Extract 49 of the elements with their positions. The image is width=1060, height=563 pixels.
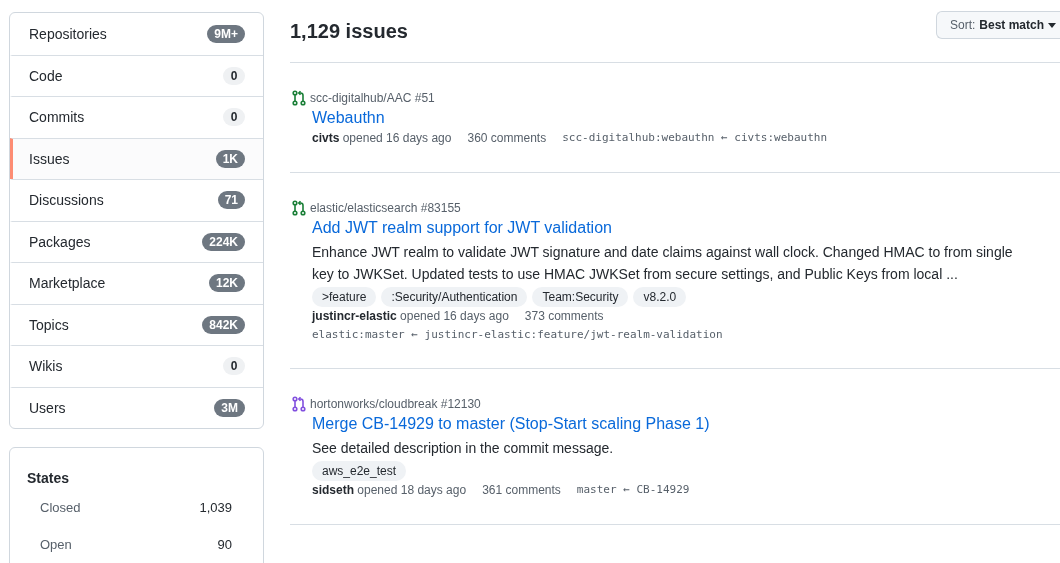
filter-menu-item[interactable]: Packages 224K <box>10 220 263 262</box>
count-badge: 9M+ <box>207 24 245 43</box>
count-badge: 0 <box>223 108 245 127</box>
comment-count: 373 comments <box>524 309 604 323</box>
filter-menu-item[interactable]: Users 3M <box>10 386 263 428</box>
issue-label[interactable]: aws_e2e_test <box>312 461 407 481</box>
issue-description: Enhance JWT realm to validate JWT signature and date claims against wall clock. Changed HMAC to from single <box>312 243 1014 262</box>
opened-info: justincr-elastic opened 16 days ago <box>312 309 509 323</box>
branch-info: elastic:master ← justincr-elastic:feature/jwt-realm-validation <box>312 328 724 341</box>
comment-count: 361 comments <box>482 483 561 497</box>
issue-label[interactable]: :Security/Authentication <box>381 287 528 307</box>
filter-menu-item[interactable]: Marketplace 12K <box>10 262 263 304</box>
branch-info: scc-digitalhub:webauthn ← civts:webauthn <box>562 131 828 145</box>
issue-description: key to JWKSet. Updated tests to use HMAC JWKSet from secure settings, and Public Keys from local ... <box>312 265 959 284</box>
filter-menu-item[interactable]: Topics 842K <box>10 303 263 345</box>
state-filter[interactable]: Closed 1,039 <box>27 500 263 537</box>
count-badge: 12K <box>209 274 245 293</box>
issue-title-link[interactable]: Add JWT realm support for JWT validation <box>312 219 1060 237</box>
count-badge: 842K <box>202 315 245 334</box>
branch-info: master ← CB-14929 <box>576 483 690 497</box>
count-badge: 1K <box>215 149 245 168</box>
results-count: 1,129 issues <box>290 19 408 43</box>
opened-info: sidseth opened 18 days ago <box>312 483 467 497</box>
filter-menu-item[interactable]: Issues 1K <box>10 137 263 179</box>
count-badge: 0 <box>223 357 245 376</box>
filter-menu-item[interactable]: Commits 0 <box>10 96 263 138</box>
count-badge: 0 <box>223 66 245 85</box>
comment-count: 360 comments <box>467 131 547 145</box>
count-badge: 3M <box>214 398 245 417</box>
caret-icon <box>1048 22 1056 28</box>
issue-label[interactable]: v8.2.0 <box>633 287 687 307</box>
opened-info: civts opened 16 days ago <box>312 131 452 145</box>
repository-link[interactable]: hortonworks/cloudbreak #12130 <box>310 397 481 411</box>
repository-link[interactable]: elastic/elasticsearch #83155 <box>310 201 461 215</box>
count-badge: 71 <box>217 191 245 210</box>
filter-menu-item[interactable]: Code 0 <box>10 54 263 96</box>
issue-title-link[interactable]: Merge CB-14929 to master (Stop-Start scaling Phase 1) <box>312 415 1060 433</box>
states-heading: States <box>27 470 71 486</box>
sort-dropdown[interactable]: Sort: Best match <box>935 11 1060 39</box>
filter-menu-item[interactable]: Discussions 71 <box>10 179 263 221</box>
repository-link[interactable]: scc-digitalhub/AAC #51 <box>310 91 435 105</box>
issue-label[interactable]: >feature <box>312 287 377 307</box>
filter-menu-item[interactable]: Repositories 9M+ <box>10 13 263 55</box>
issue-title-link[interactable]: Webauthn <box>312 109 1060 127</box>
state-filter[interactable]: Open 90 <box>27 537 263 563</box>
issue-description: See detailed description in the commit message. <box>312 439 615 458</box>
count-badge: 224K <box>202 232 245 251</box>
filter-menu-item[interactable]: Wikis 0 <box>10 345 263 387</box>
issue-label[interactable]: Team:Security <box>532 287 629 307</box>
